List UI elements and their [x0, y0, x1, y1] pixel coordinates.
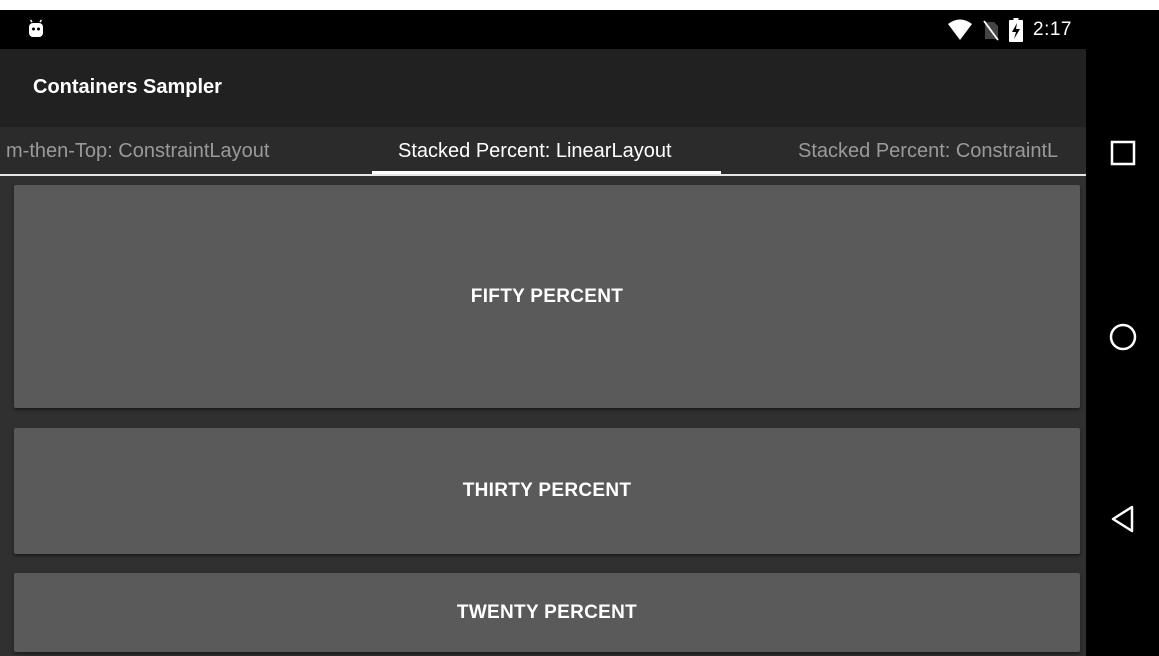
wifi-icon: [948, 19, 973, 40]
tab-strip[interactable]: m-then-Top: ConstraintLayout Stacked Per…: [0, 127, 1086, 176]
fifty-percent-button[interactable]: FIFTY PERCENT: [14, 185, 1080, 408]
battery-charging-icon: [1009, 18, 1024, 42]
navigation-bar: [1086, 10, 1159, 656]
tab-bottom-then-top-constraintlayout[interactable]: m-then-Top: ConstraintLayout: [6, 140, 269, 163]
app-title: Containers Sampler: [33, 76, 222, 98]
tab-stacked-percent-constraintlayout[interactable]: Stacked Percent: ConstraintL: [798, 140, 1058, 163]
status-bar: 2:17: [0, 10, 1086, 49]
thirty-percent-button[interactable]: THIRTY PERCENT: [14, 428, 1080, 554]
app-bar: Containers Sampler: [0, 49, 1086, 127]
status-time: 2:17: [1033, 19, 1072, 40]
android-icon: [29, 19, 43, 37]
status-icons: 2:17: [947, 17, 1072, 43]
device-screen: 2:17 Containers Sampler m-then-Top: Cons…: [0, 10, 1159, 656]
home-icon[interactable]: [1108, 322, 1138, 352]
content-area: FIFTY PERCENT THIRTY PERCENT TWENTY PERC…: [0, 176, 1086, 656]
recent-apps-icon[interactable]: [1108, 138, 1138, 168]
back-icon[interactable]: [1108, 504, 1138, 534]
tab-stacked-percent-linearlayout[interactable]: Stacked Percent: LinearLayout: [398, 140, 672, 163]
no-sim-icon: [983, 20, 999, 41]
twenty-percent-button[interactable]: TWENTY PERCENT: [14, 573, 1080, 652]
